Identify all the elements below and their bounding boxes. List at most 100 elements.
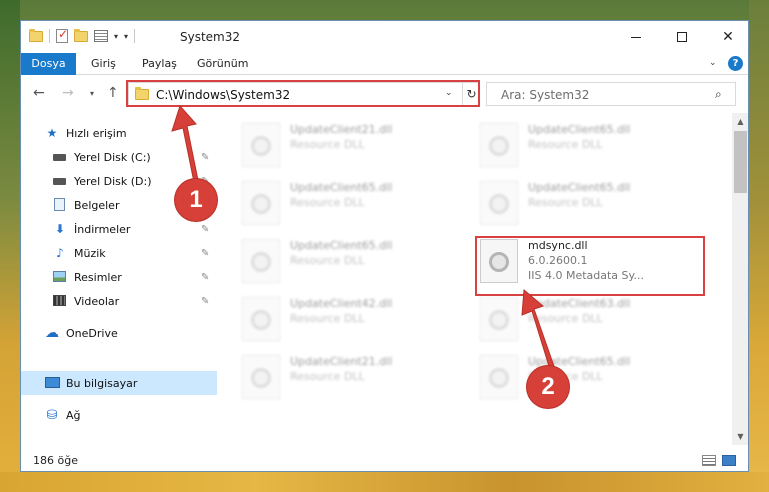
gear-icon bbox=[489, 194, 509, 214]
up-arrow-icon[interactable]: ↑ bbox=[107, 85, 119, 101]
properties-check-icon[interactable] bbox=[56, 27, 68, 43]
item-count: 186 öğe bbox=[33, 454, 78, 467]
tab-file[interactable]: Dosya bbox=[21, 53, 76, 75]
file-name: UpdateClient42.dll bbox=[290, 297, 393, 310]
file-name: UpdateClient21.dll bbox=[290, 355, 393, 368]
gear-icon bbox=[489, 136, 509, 156]
file-item[interactable]: UpdateClient42.dll Resource DLL bbox=[242, 293, 472, 345]
gear-icon bbox=[251, 194, 271, 214]
file-item[interactable]: UpdateClient65.dll Resource DLL bbox=[242, 177, 472, 229]
search-icon[interactable]: ⌕ bbox=[715, 87, 722, 102]
navigation-pane: ★ Hızlı erişim Yerel Disk (C:) ✎ Yerel D… bbox=[21, 113, 217, 445]
videos-icon bbox=[53, 295, 66, 306]
pin-icon[interactable]: ✎ bbox=[201, 224, 209, 235]
pin-icon[interactable]: ✎ bbox=[201, 152, 209, 163]
maximize-icon bbox=[677, 32, 687, 42]
sidebar-item-downloads[interactable]: ⬇ İndirmeler ✎ bbox=[21, 217, 217, 241]
pictures-icon bbox=[53, 271, 66, 282]
title-bar: ▾ ▾ System32 ✕ bbox=[21, 21, 748, 53]
file-name: UpdateClient65.dll bbox=[528, 181, 631, 194]
minimize-icon bbox=[631, 36, 641, 38]
tab-view[interactable]: Görünüm bbox=[189, 53, 256, 75]
scroll-up-icon[interactable]: ▲ bbox=[732, 113, 748, 130]
window-title: System32 bbox=[180, 30, 241, 44]
details-view-icon[interactable] bbox=[702, 455, 716, 466]
search-placeholder: Ara: System32 bbox=[501, 88, 590, 102]
sidebar-item-pictures[interactable]: Resimler ✎ bbox=[21, 265, 217, 289]
ribbon-tabs: Dosya Giriş Paylaş Görünüm ⌄ ? bbox=[21, 53, 748, 75]
sidebar-item-this-pc[interactable]: Bu bilgisayar bbox=[21, 371, 217, 395]
quick-access-toolbar: ▾ ▾ bbox=[29, 27, 136, 43]
close-button[interactable]: ✕ bbox=[705, 21, 748, 53]
file-item[interactable]: UpdateClient21.dll Resource DLL bbox=[242, 119, 472, 171]
dll-file-icon bbox=[242, 181, 280, 225]
file-item[interactable]: UpdateClient65.dll Resource DLL bbox=[480, 119, 710, 171]
gear-icon bbox=[251, 136, 271, 156]
disk-icon bbox=[53, 154, 66, 161]
file-item[interactable]: UpdateClient65.dll Resource DLL bbox=[242, 235, 472, 287]
status-bar: 186 öğe bbox=[21, 447, 748, 471]
file-type: Resource DLL bbox=[290, 196, 365, 209]
pin-icon[interactable]: ✎ bbox=[201, 296, 209, 307]
network-icon: ⛁ bbox=[46, 407, 58, 423]
close-icon: ✕ bbox=[722, 29, 734, 45]
gear-icon bbox=[489, 368, 509, 388]
tab-share[interactable]: Paylaş bbox=[134, 53, 185, 75]
file-type: Resource DLL bbox=[528, 138, 603, 151]
pin-icon[interactable]: ✎ bbox=[201, 248, 209, 259]
sidebar-item-videos[interactable]: Videolar ✎ bbox=[21, 289, 217, 313]
file-type: Resource DLL bbox=[290, 254, 365, 267]
file-name: UpdateClient65.dll bbox=[528, 123, 631, 136]
sidebar-item-label: Yerel Disk (C:) bbox=[74, 150, 151, 164]
minimize-button[interactable] bbox=[613, 21, 659, 53]
sidebar-item-label: Belgeler bbox=[74, 198, 120, 212]
new-folder-icon[interactable] bbox=[74, 28, 88, 42]
pin-icon[interactable]: ✎ bbox=[201, 272, 209, 283]
chevron-down-icon[interactable]: ▾ bbox=[114, 32, 118, 41]
sidebar-item-label: Bu bilgisayar bbox=[66, 376, 138, 390]
dll-file-icon bbox=[242, 123, 280, 167]
list-properties-icon[interactable] bbox=[94, 30, 108, 42]
download-icon: ⬇ bbox=[54, 222, 66, 236]
desktop-background-left bbox=[0, 0, 20, 492]
help-icon[interactable]: ? bbox=[728, 56, 743, 71]
sidebar-item-onedrive[interactable]: ☁ OneDrive bbox=[21, 321, 217, 345]
sidebar-item-label: Videolar bbox=[74, 294, 120, 308]
dll-file-icon bbox=[480, 297, 518, 341]
file-type: Resource DLL bbox=[290, 138, 365, 151]
gear-icon bbox=[489, 310, 509, 330]
sidebar-item-local-disk-c[interactable]: Yerel Disk (C:) ✎ bbox=[21, 145, 217, 169]
back-arrow-icon[interactable]: ← bbox=[33, 85, 45, 101]
scroll-down-icon[interactable]: ▼ bbox=[732, 428, 748, 445]
expand-ribbon-icon[interactable]: ⌄ bbox=[709, 58, 717, 68]
sidebar-item-network[interactable]: ⛁ Ağ bbox=[21, 403, 217, 427]
tab-home[interactable]: Giriş bbox=[83, 53, 124, 75]
sidebar-item-label: Resimler bbox=[74, 270, 122, 284]
dll-file-icon bbox=[242, 355, 280, 399]
scrollbar-thumb[interactable] bbox=[734, 131, 747, 193]
sidebar-item-label: OneDrive bbox=[66, 326, 118, 340]
forward-arrow-icon[interactable]: → bbox=[62, 85, 74, 101]
customize-toolbar-icon[interactable]: ▾ bbox=[124, 32, 128, 41]
search-input[interactable]: Ara: System32 ⌕ bbox=[486, 82, 736, 106]
file-item[interactable]: UpdateClient63.dll Resource DLL bbox=[480, 293, 710, 345]
divider bbox=[49, 29, 50, 43]
file-type: Resource DLL bbox=[290, 370, 365, 383]
large-icons-view-icon[interactable] bbox=[722, 455, 736, 466]
file-item[interactable]: UpdateClient65.dll Resource DLL bbox=[480, 351, 710, 403]
file-highlight bbox=[475, 236, 705, 296]
desktop-background-right bbox=[749, 0, 769, 492]
file-type: Resource DLL bbox=[290, 312, 365, 325]
sidebar-item-label: Hızlı erişim bbox=[66, 126, 127, 140]
step-badge-2: 2 bbox=[527, 366, 569, 408]
vertical-scrollbar[interactable]: ▲ ▼ bbox=[732, 113, 748, 445]
maximize-button[interactable] bbox=[659, 21, 705, 53]
star-icon: ★ bbox=[46, 126, 58, 140]
sidebar-item-music[interactable]: ♪ Müzik ✎ bbox=[21, 241, 217, 265]
file-item[interactable]: UpdateClient65.dll Resource DLL bbox=[480, 177, 710, 229]
file-item[interactable]: UpdateClient21.dll Resource DLL bbox=[242, 351, 472, 403]
sidebar-item-quick-access[interactable]: ★ Hızlı erişim bbox=[21, 121, 217, 145]
file-name: UpdateClient21.dll bbox=[290, 123, 393, 136]
dll-file-icon bbox=[480, 123, 518, 167]
recent-locations-icon[interactable]: ▾ bbox=[90, 89, 94, 98]
